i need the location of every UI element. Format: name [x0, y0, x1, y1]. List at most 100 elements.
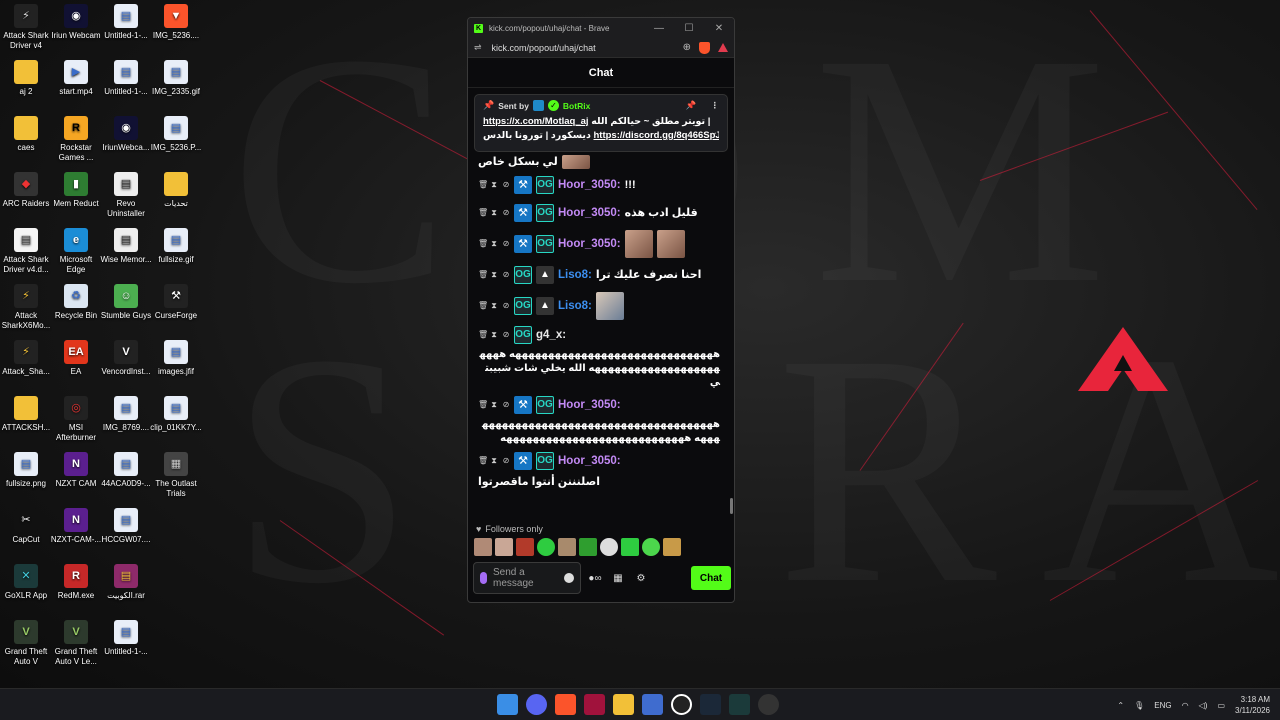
app-icon[interactable] — [642, 694, 663, 715]
desktop-icon[interactable]: ▤ Attack Shark Driver v4.d... — [0, 228, 52, 275]
username[interactable]: g4_x: — [536, 327, 566, 343]
desktop-icon[interactable]: ◉ Iriun Webcam — [50, 4, 102, 41]
desktop-icon[interactable]: ▤ IMG_5236.P... — [150, 116, 202, 153]
desktop-icon[interactable]: V Grand Theft Auto V — [0, 620, 52, 667]
pinned-message[interactable]: 📌 Sent by ✓ BotRix 📌 ⋮ https://x.com/Mot… — [474, 94, 728, 152]
emote-item[interactable] — [558, 538, 576, 556]
emote-item[interactable] — [621, 538, 639, 556]
desktop-icon[interactable]: ▦ The Outlast Trials — [150, 452, 202, 499]
desktop-icon[interactable]: ✕ GoXLR App — [0, 564, 52, 601]
delete-icon[interactable]: 🗑 — [478, 298, 488, 314]
desktop-icon[interactable]: R Rockstar Games ... — [50, 116, 102, 163]
message-input[interactable]: Send a message — [473, 562, 581, 594]
desktop-icon[interactable]: V Grand Theft Auto V Le... — [50, 620, 102, 667]
ban-icon[interactable]: ⊘ — [502, 236, 510, 252]
timeout-icon[interactable]: ⧗ — [490, 205, 498, 221]
username[interactable]: Hoor_3050: — [558, 205, 621, 221]
url-field[interactable]: kick.com/popout/uhaj/chat — [492, 43, 675, 53]
desktop-icon[interactable]: ◉ IriunWebca... — [100, 116, 152, 153]
timeout-icon[interactable]: ⧗ — [490, 177, 498, 193]
desktop-icon[interactable]: ▤ Untitled-1-... — [100, 60, 152, 97]
emote-item[interactable] — [516, 538, 534, 556]
scrollbar[interactable] — [730, 498, 733, 514]
desktop-icon[interactable]: ▤ clip_01KK7Y... — [150, 396, 202, 433]
desktop-icon[interactable]: ▤ Wise Memor... — [100, 228, 152, 265]
app-icon[interactable] — [758, 694, 779, 715]
timeout-icon[interactable]: ⧗ — [490, 298, 498, 314]
desktop-icon[interactable]: ▤ Revo Uninstaller — [100, 172, 152, 219]
username[interactable]: Hoor_3050: — [558, 453, 621, 469]
zoom-icon[interactable]: ⊕ — [683, 42, 691, 53]
ban-icon[interactable]: ⊘ — [502, 397, 510, 413]
ban-icon[interactable]: ⊘ — [502, 177, 510, 193]
emote-image[interactable] — [656, 230, 685, 258]
minimize-icon[interactable]: — — [644, 23, 674, 34]
timeout-icon[interactable]: ⧗ — [490, 397, 498, 413]
chat-message[interactable]: 🗑 ⧗ ⊘ ⚒ OG Hoor_3050:!!! — [478, 174, 720, 196]
maximize-icon[interactable]: ☐ — [674, 23, 704, 34]
delete-icon[interactable]: 🗑 — [478, 327, 488, 343]
delete-icon[interactable]: 🗑 — [478, 267, 488, 283]
chat-message[interactable]: 🗑 ⧗ ⊘ ⚒ OG Hoor_3050: — [478, 230, 720, 258]
chat-message[interactable]: 🗑 ⧗ ⊘ OG ▲ Liso8: احنا نصرف عليك ترا — [478, 264, 720, 286]
unpin-icon[interactable]: 📌 — [686, 100, 697, 111]
mic-icon[interactable]: 🎙 — [1134, 701, 1144, 710]
desktop-icon[interactable]: ▤ images.jfif — [150, 340, 202, 377]
pinned-author[interactable]: BotRix — [563, 101, 590, 111]
brave-shields-icon[interactable] — [699, 41, 710, 54]
delete-icon[interactable]: 🗑 — [478, 205, 488, 221]
brave-rewards-icon[interactable] — [718, 43, 728, 52]
desktop-icon[interactable]: R RedM.exe — [50, 564, 102, 601]
emote-image[interactable] — [561, 155, 590, 169]
mic-icon[interactable] — [480, 572, 487, 584]
desktop-icon[interactable]: N NZXT CAM — [50, 452, 102, 489]
desktop-icon[interactable]: EA EA — [50, 340, 102, 377]
desktop-icon[interactable]: ▤ 44ACA0D9-... — [100, 452, 152, 489]
chevron-down-icon[interactable]: ⌄ — [710, 127, 718, 138]
timeout-icon[interactable]: ⧗ — [490, 327, 498, 343]
desktop-icon[interactable]: aj 2 — [0, 60, 52, 97]
adobe-icon[interactable] — [584, 694, 605, 715]
iriun-icon[interactable] — [671, 694, 692, 715]
chat-message[interactable]: 🗑 ⧗ ⊘ ⚒ OG Hoor_3050: هههههههههههههههههههههههه… — [478, 396, 720, 446]
username[interactable]: Liso8: — [558, 298, 592, 314]
emote-item[interactable] — [495, 538, 513, 556]
discord-icon[interactable] — [526, 694, 547, 715]
desktop-icon[interactable]: ⚒ CurseForge — [150, 284, 202, 321]
username[interactable]: Liso8: — [558, 267, 592, 283]
username[interactable]: Hoor_3050: — [558, 177, 621, 193]
desktop-icon[interactable]: ♻ Recycle Bin — [50, 284, 102, 321]
wifi-icon[interactable]: ◠ — [1182, 701, 1189, 710]
desktop-icon[interactable]: ▤ fullsize.gif — [150, 228, 202, 265]
desktop-icon[interactable]: N NZXT-CAM-... — [50, 508, 102, 545]
chat-message[interactable]: 🗑 ⧗ ⊘ ⚒ OG Hoor_3050: قليل ادب هذه — [478, 202, 720, 224]
emote-item[interactable] — [579, 538, 597, 556]
pinned-link-discord[interactable]: https://discord.gg/8q466SpJ... — [593, 130, 719, 141]
username[interactable]: Hoor_3050: — [558, 397, 621, 413]
language-indicator[interactable]: ENG — [1154, 701, 1171, 710]
send-chat-button[interactable]: Chat — [691, 566, 731, 590]
start-icon[interactable] — [497, 694, 518, 715]
desktop-icon[interactable]: ◎ MSI Afterburner — [50, 396, 102, 443]
desktop-icon[interactable]: ⚡ Attack SharkX6Mo... — [0, 284, 52, 331]
desktop-icon[interactable]: V VencordInst... — [100, 340, 152, 377]
emote-item[interactable] — [663, 538, 681, 556]
desktop-icon[interactable]: ◆ ARC Raiders — [0, 172, 52, 209]
emoji-icon[interactable] — [564, 573, 574, 583]
delete-icon[interactable]: 🗑 — [478, 397, 488, 413]
desktop-icon[interactable]: ▼ IMG_5236.... — [150, 4, 202, 41]
clock[interactable]: 3:18 AM 3/11/2026 — [1235, 694, 1270, 716]
more-options-icon[interactable]: ⋮ — [711, 100, 720, 111]
delete-icon[interactable]: 🗑 — [478, 177, 488, 193]
steam-icon[interactable] — [700, 694, 721, 715]
desktop-icon[interactable]: ▤ Untitled-1-... — [100, 4, 152, 41]
desktop-icon[interactable]: ⚡ Attack Shark Driver v4 — [0, 4, 52, 51]
ban-icon[interactable]: ⊘ — [502, 327, 510, 343]
username[interactable]: Hoor_3050: — [558, 236, 621, 252]
ban-icon[interactable]: ⊘ — [502, 267, 510, 283]
ban-icon[interactable]: ⊘ — [502, 205, 510, 221]
goxlr-icon[interactable] — [729, 694, 750, 715]
emote-item[interactable] — [474, 538, 492, 556]
chevron-up-icon[interactable]: ⌃ — [1117, 701, 1124, 710]
desktop-icon[interactable]: ▤ الكوبيت.rar — [100, 564, 152, 601]
